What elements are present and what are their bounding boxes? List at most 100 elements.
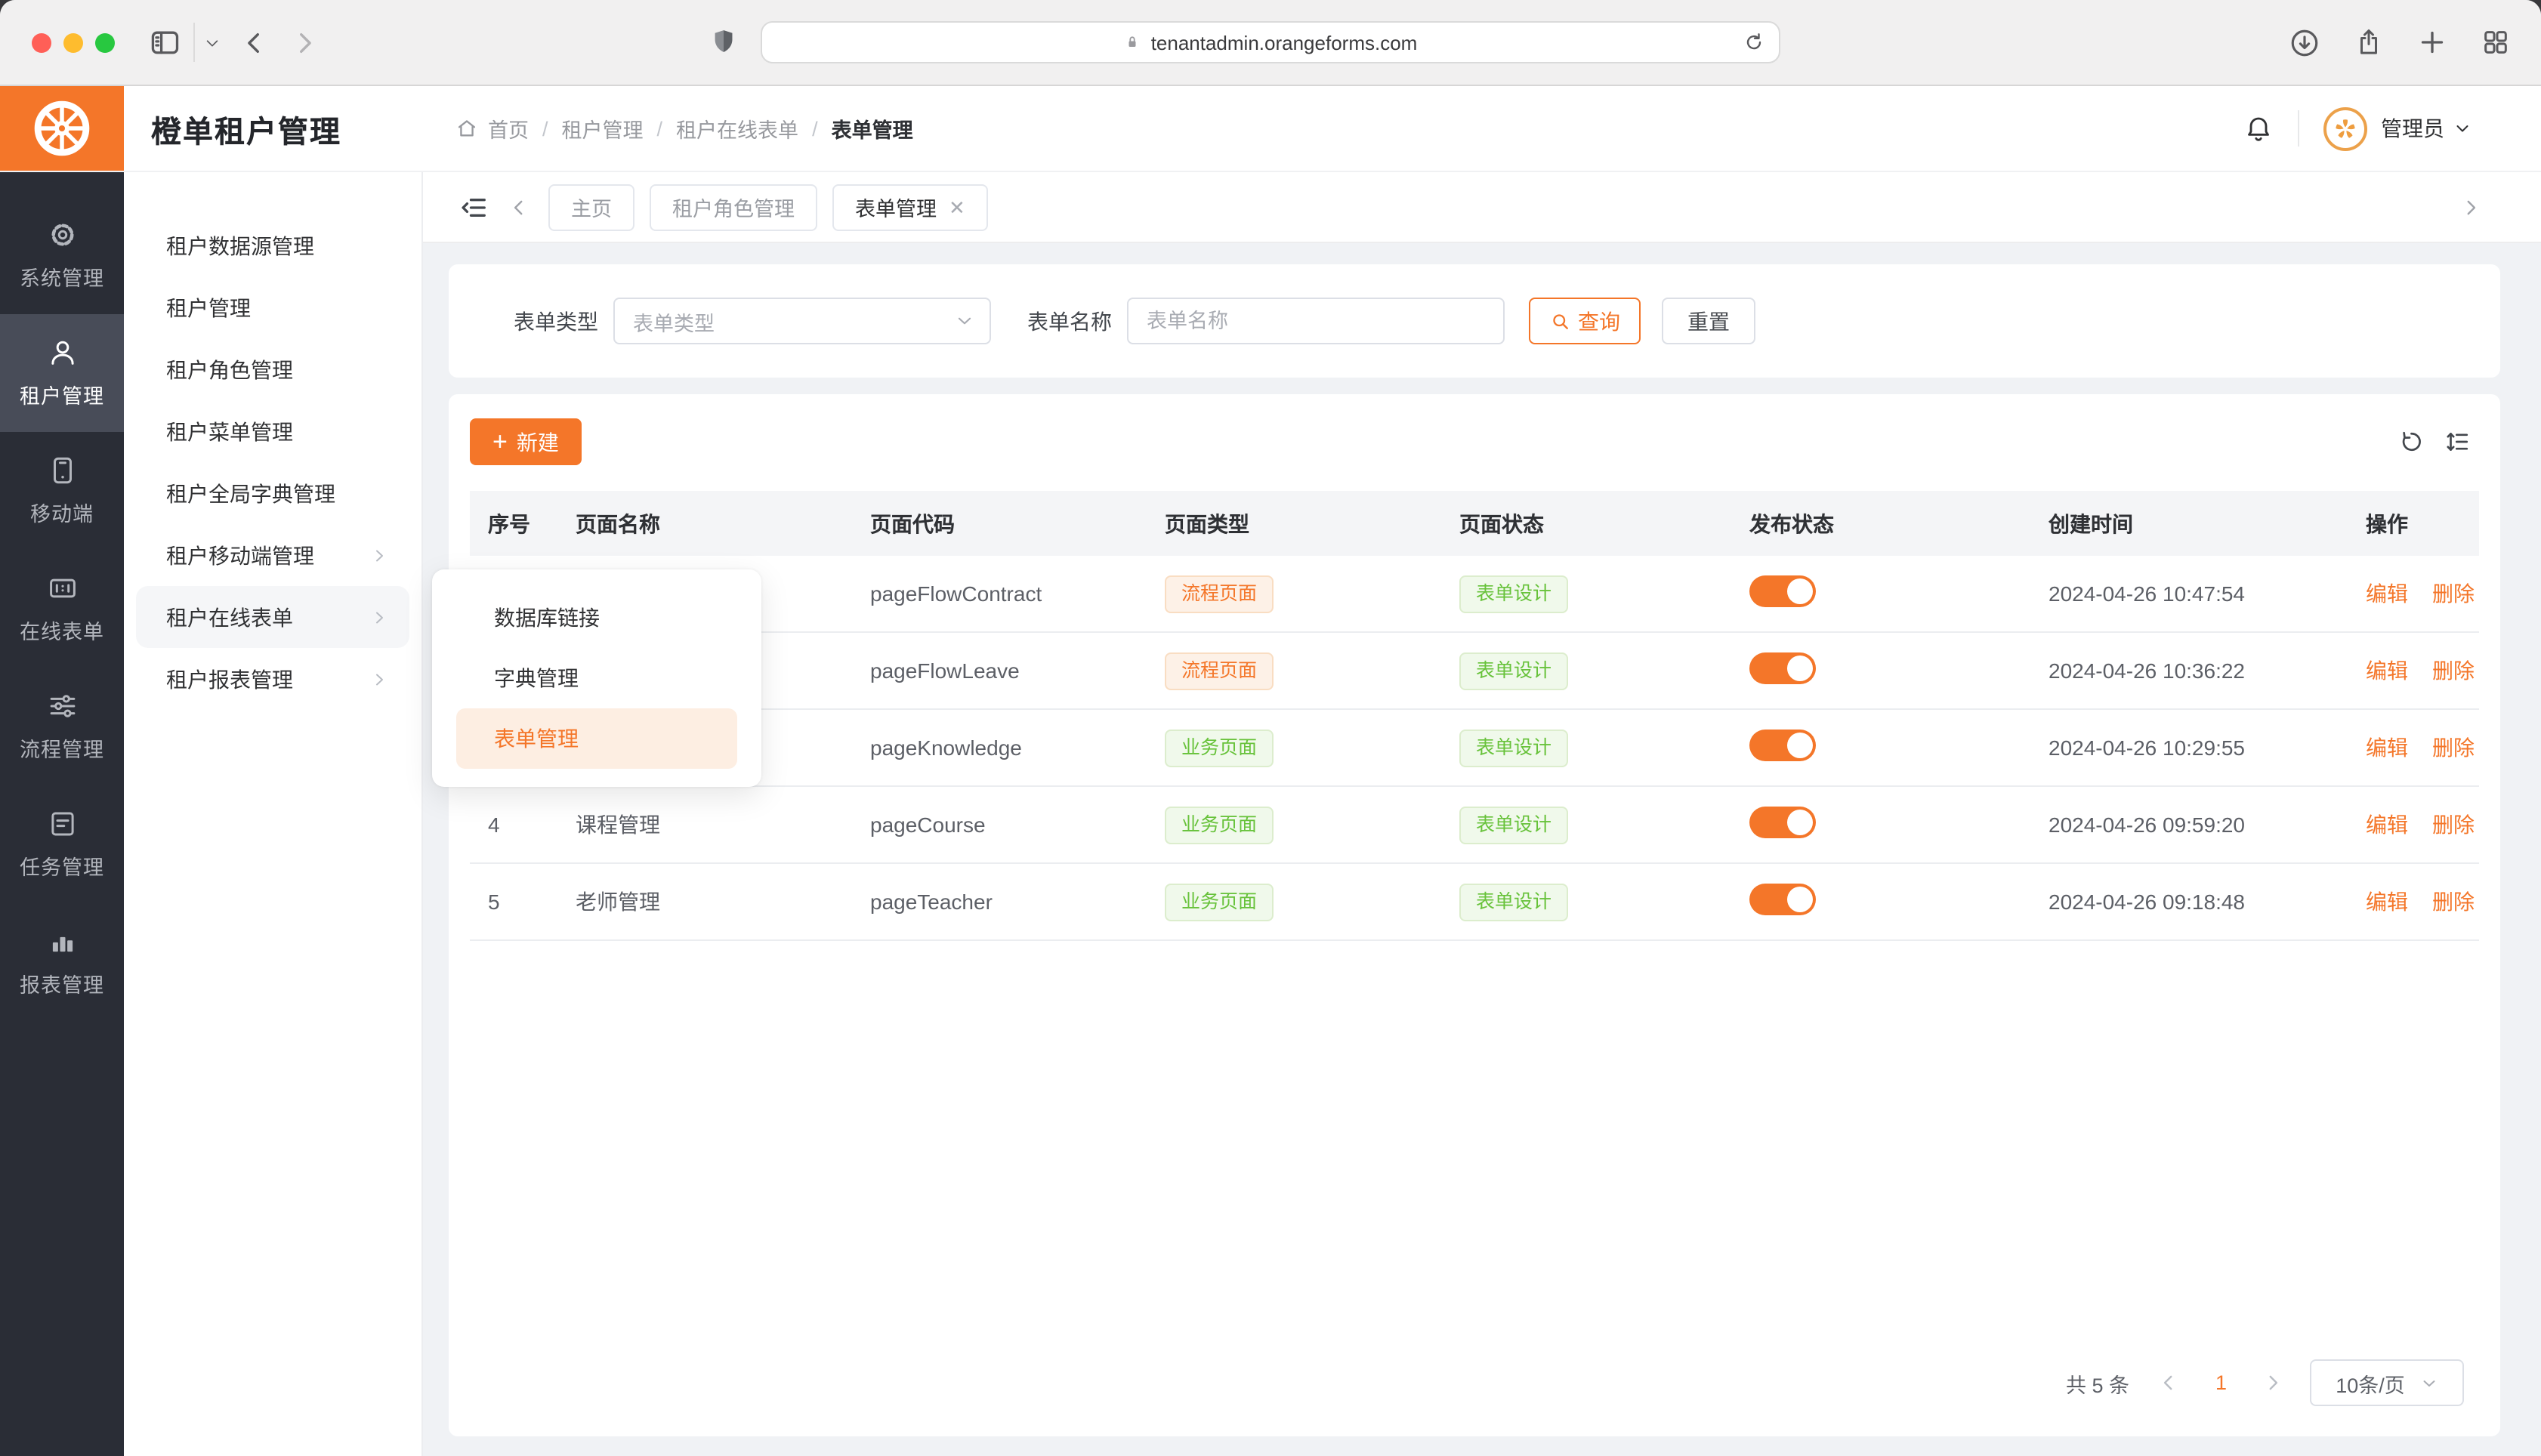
share-icon[interactable]: [2354, 26, 2384, 59]
sidebar-item-report-mgmt[interactable]: 租户报表管理: [124, 648, 421, 710]
sidebar-item-online-form[interactable]: 租户在线表单: [136, 586, 409, 648]
breadcrumb-separator: /: [657, 117, 663, 140]
back-button[interactable]: [242, 29, 267, 55]
publish-toggle[interactable]: [1749, 884, 1816, 915]
sidebar-item-mobile-mgmt[interactable]: 租户移动端管理: [124, 524, 421, 586]
new-button[interactable]: + 新建: [470, 418, 582, 465]
privacy-shield-icon[interactable]: [709, 24, 738, 59]
cell-page-code: pageKnowledge: [852, 736, 1147, 760]
header-right-group: 管理员: [2243, 106, 2472, 150]
notification-bell-icon[interactable]: [2243, 113, 2274, 144]
publish-toggle[interactable]: [1749, 807, 1816, 838]
current-page[interactable]: 1: [2215, 1371, 2227, 1394]
delete-link[interactable]: 删除: [2432, 656, 2475, 686]
rail-item-online-form[interactable]: 在线表单: [0, 550, 124, 668]
task-list-icon: [46, 808, 78, 840]
close-icon[interactable]: ✕: [949, 197, 965, 217]
cell-page-name: 老师管理: [557, 887, 852, 917]
tabs-scroll-left-icon[interactable]: [509, 197, 529, 217]
publish-toggle[interactable]: [1749, 730, 1816, 761]
menu-fold-icon[interactable]: [459, 193, 488, 221]
downloads-icon[interactable]: [2289, 26, 2320, 58]
sidebar-item-tenant[interactable]: 租户管理: [124, 276, 421, 338]
edit-link[interactable]: 编辑: [2366, 810, 2408, 840]
header-divider: [2298, 110, 2299, 147]
cell-created-time: 2024-04-26 09:59:20: [2030, 813, 2320, 837]
form-type-select[interactable]: 表单类型: [613, 298, 991, 344]
rail-item-report[interactable]: 报表管理: [0, 903, 124, 1021]
page-type-badge: 流程页面: [1165, 652, 1274, 689]
edit-link[interactable]: 编辑: [2366, 578, 2408, 609]
rail-item-mobile[interactable]: 移动端: [0, 432, 124, 550]
page-status-badge: 表单设计: [1459, 575, 1568, 612]
forward-button[interactable]: [292, 29, 317, 55]
reload-icon[interactable]: [1743, 30, 1765, 54]
page-type-badge: 业务页面: [1165, 806, 1274, 844]
publish-toggle[interactable]: [1749, 575, 1816, 607]
page-status-badge: 表单设计: [1459, 806, 1568, 844]
rail-item-task[interactable]: 任务管理: [0, 785, 124, 903]
submenu-item-form-mgmt[interactable]: 表单管理: [456, 708, 737, 769]
edit-link[interactable]: 编辑: [2366, 656, 2408, 686]
tab-overview-icon[interactable]: [2481, 27, 2511, 57]
breadcrumb-separator: /: [812, 117, 818, 140]
gear-icon: [46, 219, 78, 251]
close-window-button[interactable]: [32, 32, 51, 52]
sidebar-dropdown-chevron-icon[interactable]: [204, 34, 221, 51]
form-name-input[interactable]: [1127, 298, 1505, 344]
page-type-badge: 流程页面: [1165, 575, 1274, 612]
tab-home[interactable]: 主页: [548, 184, 634, 230]
delete-link[interactable]: 删除: [2432, 887, 2475, 917]
address-bar[interactable]: tenantadmin.orangeforms.com: [761, 21, 1780, 63]
submenu-item-dict[interactable]: 字典管理: [456, 648, 737, 708]
chevron-right-icon: [370, 670, 388, 688]
submenu-item-db-link[interactable]: 数据库链接: [456, 588, 737, 648]
page-size-select[interactable]: 10条/页: [2310, 1359, 2464, 1406]
tabs-scroll-right-icon[interactable]: [2461, 197, 2481, 217]
breadcrumb-item-tenant[interactable]: 租户管理: [562, 113, 644, 143]
reset-button[interactable]: 重置: [1662, 298, 1755, 344]
new-tab-icon[interactable]: [2417, 27, 2447, 57]
publish-toggle[interactable]: [1749, 652, 1816, 684]
page-status-badge: 表单设计: [1459, 652, 1568, 689]
edit-link[interactable]: 编辑: [2366, 733, 2408, 763]
edit-link[interactable]: 编辑: [2366, 887, 2408, 917]
current-user-name[interactable]: 管理员: [2381, 113, 2444, 143]
plus-icon: +: [492, 428, 508, 454]
delete-link[interactable]: 删除: [2432, 733, 2475, 763]
table-row: 4 课程管理 pageCourse 业务页面 表单设计 2024-04-26 0…: [470, 787, 2479, 864]
refresh-icon[interactable]: [2399, 429, 2425, 455]
chevron-right-icon: [370, 608, 388, 626]
zoom-window-button[interactable]: [95, 32, 115, 52]
prev-page-icon[interactable]: [2160, 1373, 2179, 1393]
cell-created-time: 2024-04-26 10:36:22: [2030, 659, 2320, 683]
tab-form-mgmt[interactable]: 表单管理 ✕: [832, 184, 988, 230]
sidebar-item-dict[interactable]: 租户全局字典管理: [124, 462, 421, 524]
cell-index: 4: [470, 813, 557, 837]
sidebar-item-datasource[interactable]: 租户数据源管理: [124, 214, 421, 276]
breadcrumb-item-home[interactable]: 首页: [488, 113, 529, 143]
sidebar-item-role[interactable]: 租户角色管理: [124, 338, 421, 400]
sliders-icon: [46, 690, 78, 722]
minimize-window-button[interactable]: [63, 32, 83, 52]
col-actions: 操作: [2320, 508, 2479, 538]
breadcrumb-item-online-form[interactable]: 租户在线表单: [676, 113, 798, 143]
column-settings-icon[interactable]: [2444, 429, 2470, 455]
chevron-down-icon[interactable]: [2453, 119, 2472, 137]
breadcrumb-item-current: 表单管理: [832, 113, 913, 143]
page-type-badge: 业务页面: [1165, 729, 1274, 767]
next-page-icon[interactable]: [2263, 1373, 2283, 1393]
tab-tenant-role[interactable]: 租户角色管理: [650, 184, 817, 230]
avatar[interactable]: [2323, 106, 2367, 150]
sidebar-toggle-icon[interactable]: [148, 26, 181, 59]
orange-slice-logo-icon: [29, 95, 95, 162]
col-page-type: 页面类型: [1147, 508, 1441, 538]
rail-item-tenant[interactable]: 租户管理: [0, 314, 124, 432]
delete-link[interactable]: 删除: [2432, 578, 2475, 609]
rail-item-process[interactable]: 流程管理: [0, 668, 124, 785]
sidebar-item-menu[interactable]: 租户菜单管理: [124, 400, 421, 462]
search-button[interactable]: 查询: [1529, 298, 1641, 344]
rail-item-system[interactable]: 系统管理: [0, 196, 124, 314]
delete-link[interactable]: 删除: [2432, 810, 2475, 840]
cell-page-code: pageFlowContract: [852, 581, 1147, 606]
